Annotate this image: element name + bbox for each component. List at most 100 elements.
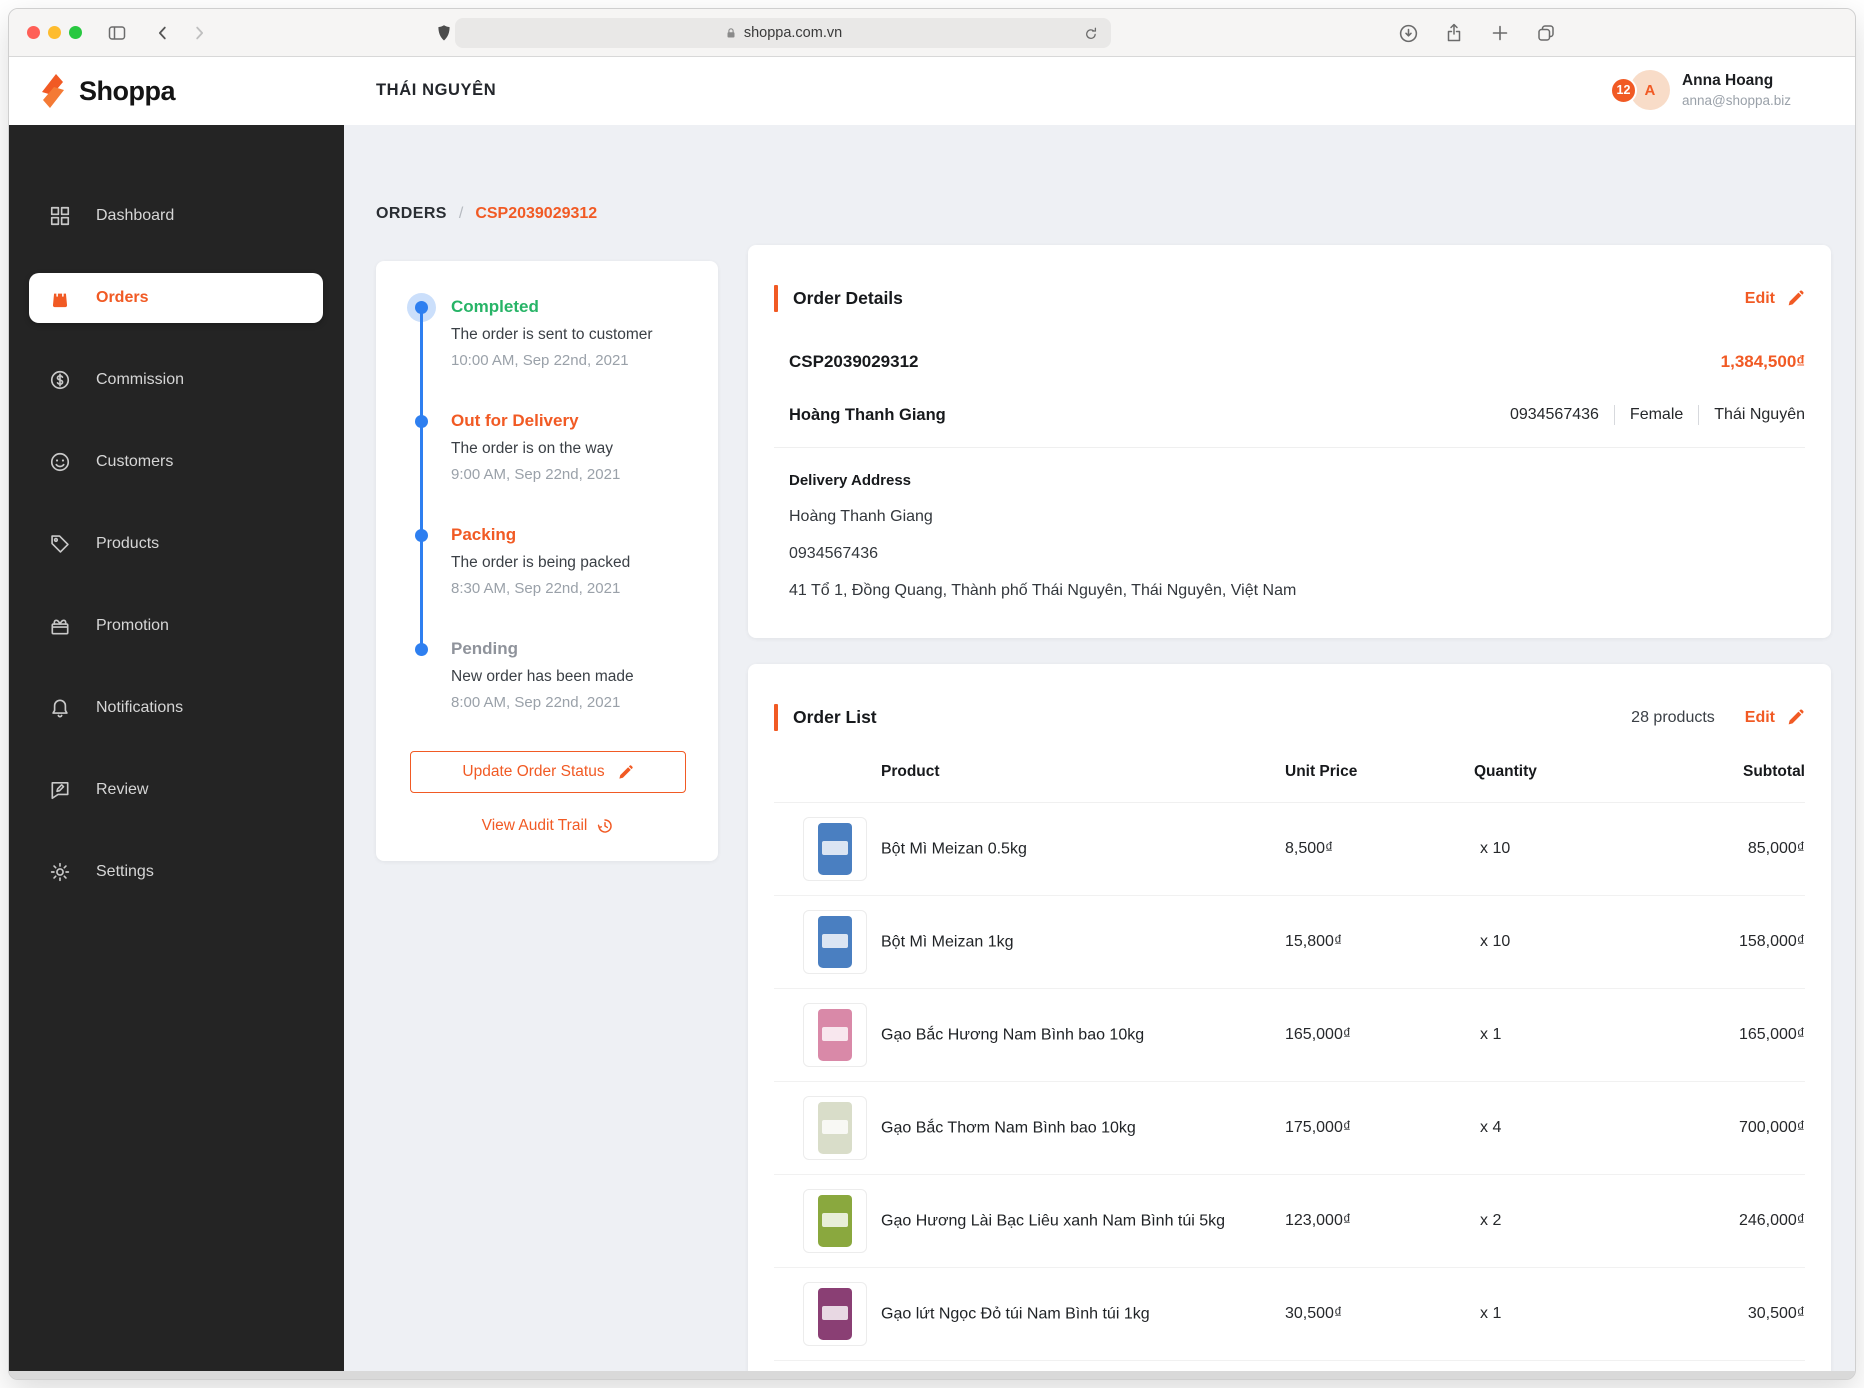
timeline-dot <box>415 301 428 314</box>
lock-icon <box>724 26 738 40</box>
dashboard-icon <box>49 205 71 227</box>
step-description: The order is sent to customer <box>451 326 653 343</box>
edit-order-list-button[interactable]: Edit <box>1745 708 1805 727</box>
shoppa-logo[interactable]: Shoppa <box>35 71 176 111</box>
back-icon[interactable] <box>152 22 174 44</box>
app-header: Shoppa THÁI NGUYÊN 12 A Anna Hoang anna@… <box>9 57 1855 125</box>
customer-province: Thái Nguyên <box>1714 406 1805 423</box>
window-bottom-edge <box>9 1371 1855 1379</box>
quantity: x 4 <box>1480 1119 1502 1136</box>
new-tab-icon[interactable] <box>1489 22 1511 44</box>
product-name: Bột Mì Meizan 1kg <box>881 933 1014 951</box>
product-name: Gạo Hương Lài Bạc Liêu xanh Nam Bình túi… <box>881 1212 1226 1230</box>
step-time: 8:30 AM, Sep 22nd, 2021 <box>451 580 621 597</box>
order-id: CSP2039029312 <box>789 352 919 371</box>
table-row[interactable]: Gạo lứt Ngọc Đỏ túi Nam Bình túi 1kg 30,… <box>774 1268 1805 1361</box>
shield-icon[interactable] <box>433 22 455 44</box>
logo-text: Shoppa <box>79 75 176 106</box>
url-text: shoppa.com.vn <box>743 25 843 41</box>
timeline-step: Completed The order is sent to customer … <box>407 293 684 371</box>
orders-icon <box>49 287 71 309</box>
traffic-lights[interactable] <box>27 26 82 39</box>
pencil-icon <box>618 764 633 779</box>
breadcrumb-current-order: CSP2039029312 <box>475 205 598 222</box>
update-order-status-button[interactable]: Update Order Status <box>410 751 686 793</box>
sidebar-item-notifications[interactable]: Notifications <box>9 667 344 749</box>
notification-count-badge[interactable]: 12 <box>1609 76 1637 104</box>
zoom-window-button[interactable] <box>69 26 82 39</box>
timeline-dot <box>415 643 428 656</box>
sidebar-toggle-icon[interactable] <box>106 22 128 44</box>
timeline-dot <box>415 415 428 428</box>
sidebar-item-settings[interactable]: Settings <box>9 831 344 913</box>
downloads-icon[interactable] <box>1397 22 1419 44</box>
order-list-title: Order List <box>793 707 877 727</box>
sidebar-item-customers[interactable]: Customers <box>9 421 344 503</box>
url-bar[interactable]: shoppa.com.vn <box>455 18 1111 48</box>
refresh-icon[interactable] <box>1080 23 1102 45</box>
column-product: Product <box>881 763 940 780</box>
sidebar-item-commission[interactable]: Commission <box>9 339 344 421</box>
step-title: Packing <box>451 525 517 544</box>
user-cluster[interactable]: 12 A Anna Hoang anna@shoppa.biz <box>1609 70 1791 110</box>
table-row[interactable]: Bột Mì Meizan 1kg 15,800₫ x 10 158,000₫ <box>774 896 1805 989</box>
accent-bar <box>774 285 778 312</box>
user-email: anna@shoppa.biz <box>1681 93 1791 108</box>
breadcrumb-orders-link[interactable]: ORDERS <box>376 205 447 223</box>
delivery-name: Hoàng Thanh Giang <box>789 508 933 525</box>
edit-order-details-button[interactable]: Edit <box>1745 289 1805 308</box>
product-image <box>803 1189 867 1253</box>
customer-name: Hoàng Thanh Giang <box>789 405 946 424</box>
delivery-address-label: Delivery Address <box>789 472 912 489</box>
settings-icon <box>49 861 71 883</box>
product-name: Gạo Bắc Thơm Nam Bình bao 10kg <box>881 1119 1136 1137</box>
step-time: 8:00 AM, Sep 22nd, 2021 <box>451 694 621 711</box>
table-row[interactable]: Gạo Bắc Thơm Nam Bình bao 10kg 175,000₫ … <box>774 1082 1805 1175</box>
timeline-step: Packing The order is being packed 8:30 A… <box>415 523 684 599</box>
table-row[interactable]: Gạo Hương Lài Bạc Liêu xanh Nam Bình túi… <box>774 1175 1805 1268</box>
timeline-step: Pending New order has been made 8:00 AM,… <box>415 637 684 713</box>
products-icon <box>49 533 71 555</box>
shoppa-logo-icon <box>42 74 64 108</box>
table-row[interactable]: Bột Mì Meizan 0.5kg 8,500₫ x 10 85,000₫ <box>774 803 1805 896</box>
order-details-card: Order Details Edit CSP2039029312 1,384,5… <box>748 245 1831 638</box>
view-audit-trail-link[interactable]: View Audit Trail <box>410 817 686 835</box>
table-row[interactable]: Gạo Bắc Hương Nam Bình bao 10kg 165,000₫… <box>774 989 1805 1082</box>
product-image <box>803 1282 867 1346</box>
unit-price: 30,500₫ <box>1285 1305 1343 1322</box>
sidebar-item-promotion[interactable]: Promotion <box>9 585 344 667</box>
notifications-icon <box>49 697 71 719</box>
main-area: ORDERS / CSP2039029312 Completed The ord… <box>344 125 1855 1371</box>
sidebar-item-review[interactable]: Review <box>9 749 344 831</box>
timeline-connector-line <box>420 308 423 650</box>
delivery-phone: 0934567436 <box>789 545 878 562</box>
sidebar-item-orders[interactable]: Orders <box>29 273 323 323</box>
quantity: x 10 <box>1480 933 1511 950</box>
clock-history-icon <box>598 819 613 833</box>
sidebar-item-products[interactable]: Products <box>9 503 344 585</box>
step-title: Pending <box>451 639 519 658</box>
unit-price: 175,000₫ <box>1285 1119 1352 1136</box>
order-status-timeline-card: Completed The order is sent to customer … <box>376 261 718 861</box>
minimize-window-button[interactable] <box>48 26 61 39</box>
customer-phone: 0934567436 <box>1509 406 1599 423</box>
product-image <box>803 1003 867 1067</box>
quantity: x 2 <box>1480 1212 1502 1229</box>
sidebar-nav: Dashboard Orders Commission Customers Pr… <box>9 125 344 1371</box>
subtotal: 85,000₫ <box>1747 840 1805 857</box>
sidebar-item-dashboard[interactable]: Dashboard <box>9 175 344 257</box>
timeline-step: Out for Delivery The order is on the way… <box>415 409 684 485</box>
close-window-button[interactable] <box>27 26 40 39</box>
step-description: The order is being packed <box>451 554 631 571</box>
column-subtotal: Subtotal <box>1743 763 1805 780</box>
table-header: Product Unit Price Quantity Subtotal <box>774 745 1805 803</box>
forward-icon[interactable] <box>188 22 210 44</box>
share-icon[interactable] <box>1443 22 1465 44</box>
column-unit-price: Unit Price <box>1285 763 1358 780</box>
user-name: Anna Hoang <box>1681 72 1774 89</box>
subtotal: 700,000₫ <box>1738 1119 1805 1136</box>
tab-overview-icon[interactable] <box>1535 22 1557 44</box>
subtotal: 158,000₫ <box>1738 933 1805 950</box>
breadcrumb: ORDERS / CSP2039029312 <box>376 205 597 223</box>
subtotal: 165,000₫ <box>1738 1026 1805 1043</box>
